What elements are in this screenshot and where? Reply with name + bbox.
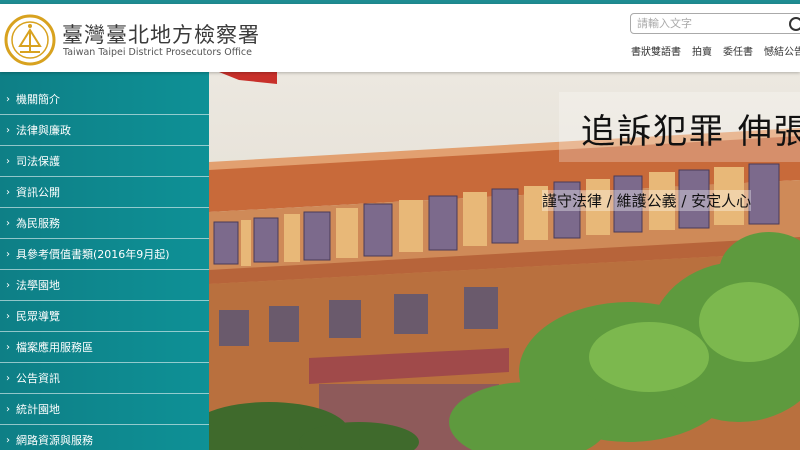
sidebar-item-label: 司法保護	[16, 155, 60, 168]
search-box	[630, 13, 800, 34]
sidebar-item-label: 法學園地	[16, 279, 60, 292]
chevron-right-icon: ›	[6, 248, 10, 260]
sidebar-item-label: 民眾導覽	[16, 310, 60, 323]
search-icon[interactable]	[789, 17, 800, 31]
sidebar-item-label: 機關簡介	[16, 93, 60, 106]
chevron-right-icon: ›	[6, 217, 10, 229]
sidebar-item-agency-intro[interactable]: › 機關簡介	[0, 84, 209, 115]
sidebar-item-information-disclosure[interactable]: › 資訊公開	[0, 177, 209, 208]
site-header: 臺灣臺北地方檢察署 Taiwan Taipei District Prosecu…	[0, 4, 800, 72]
chevron-right-icon: ›	[6, 372, 10, 384]
sidebar-item-web-resources[interactable]: › 網路資源與服務	[0, 425, 209, 450]
chevron-right-icon: ›	[6, 124, 10, 136]
top-links: 書狀雙語書 拍賣 委任書 憾結公告	[631, 43, 800, 58]
sidebar-item-label: 公告資訊	[16, 372, 60, 385]
sidebar-item-label: 檔案應用服務區	[16, 341, 93, 354]
sidebar-nav: › 機關簡介 › 法律與廉政 › 司法保護 › 資訊公開 › 為民服務 › 具參考價值書類(…	[0, 72, 209, 450]
sidebar-item-announcements[interactable]: › 公告資訊	[0, 363, 209, 394]
org-name-zh[interactable]: 臺灣臺北地方檢察署	[62, 19, 260, 49]
chevron-right-icon: ›	[6, 403, 10, 415]
sidebar-item-public-service[interactable]: › 為民服務	[0, 208, 209, 239]
emblem-logo[interactable]	[4, 14, 56, 66]
sidebar-item-label: 統計園地	[16, 403, 60, 416]
sidebar-item-label: 為民服務	[16, 217, 60, 230]
banner-slogan-main: 追訴犯罪 伸張	[581, 112, 800, 152]
sidebar-item-legal-garden[interactable]: › 法學園地	[0, 270, 209, 301]
chevron-right-icon: ›	[6, 186, 10, 198]
banner-slogan-sub: 謹守法律 / 維護公義 / 安定人心	[542, 190, 752, 211]
org-name-en[interactable]: Taiwan Taipei District Prosecutors Offic…	[63, 47, 252, 58]
top-link-power-of-attorney[interactable]: 委任書	[723, 47, 753, 58]
chevron-right-icon: ›	[6, 93, 10, 105]
sidebar-item-statistics[interactable]: › 統計園地	[0, 394, 209, 425]
search-input[interactable]	[637, 15, 777, 32]
chevron-right-icon: ›	[6, 434, 10, 446]
hero-banner[interactable]: 追訴犯罪 伸張 謹守法律 / 維護公義 / 安定人心	[209, 72, 800, 450]
sidebar-item-label: 法律與廉政	[16, 124, 71, 137]
top-link-auction[interactable]: 拍賣	[692, 47, 712, 58]
sidebar-item-judicial-protection[interactable]: › 司法保護	[0, 146, 209, 177]
chevron-right-icon: ›	[6, 341, 10, 353]
sidebar-item-label: 具參考價值書類(2016年9月起)	[16, 248, 170, 261]
chevron-right-icon: ›	[6, 310, 10, 322]
sidebar-item-label: 資訊公開	[16, 186, 60, 199]
sidebar-item-public-guide[interactable]: › 民眾導覽	[0, 301, 209, 332]
sidebar-item-archive-services[interactable]: › 檔案應用服務區	[0, 332, 209, 363]
top-link-notice[interactable]: 憾結公告	[764, 47, 800, 58]
sidebar-item-law-integrity[interactable]: › 法律與廉政	[0, 115, 209, 146]
chevron-right-icon: ›	[6, 279, 10, 291]
sidebar-item-label: 網路資源與服務	[16, 434, 93, 447]
top-link-bilingual-forms[interactable]: 書狀雙語書	[631, 47, 681, 58]
sidebar-item-reference-documents[interactable]: › 具參考價值書類(2016年9月起)	[0, 239, 209, 270]
chevron-right-icon: ›	[6, 155, 10, 167]
